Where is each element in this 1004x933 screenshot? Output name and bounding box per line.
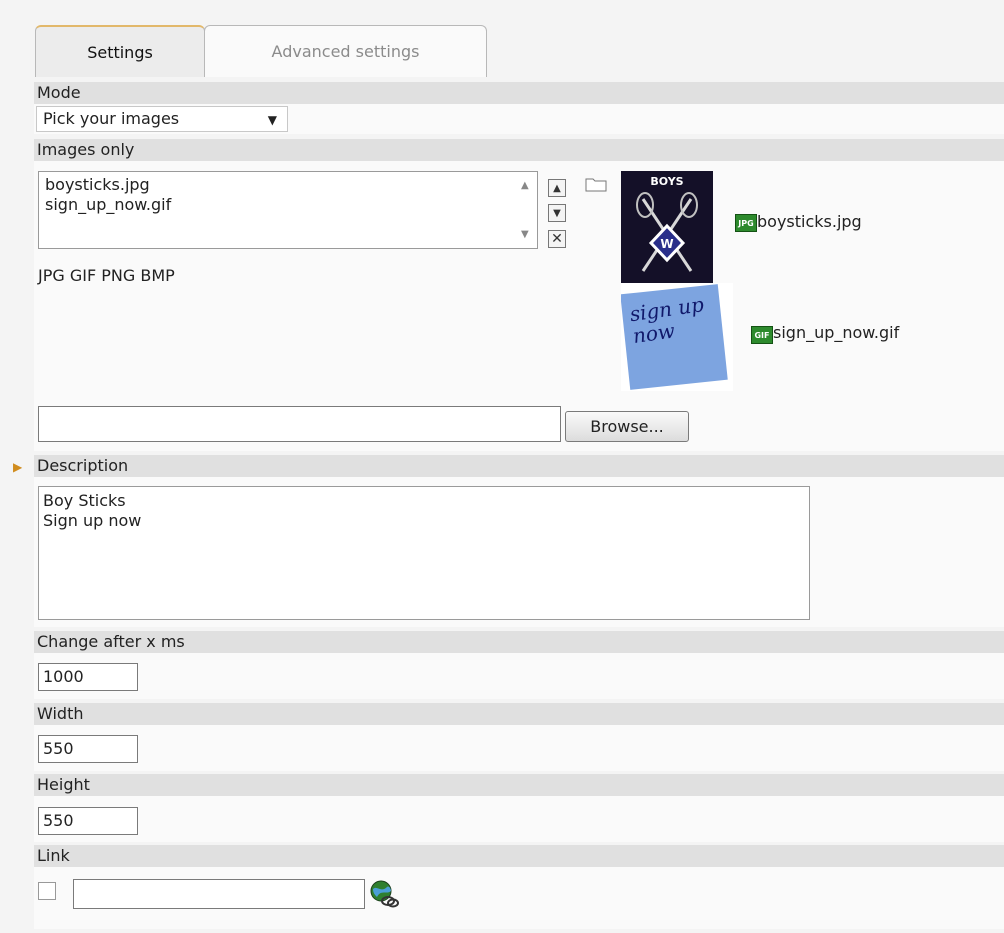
width-label: Width [34, 703, 1004, 725]
list-item[interactable]: sign_up_now.gif [45, 195, 531, 215]
link-new-window-checkbox[interactable] [38, 882, 56, 900]
thumbnail-boysticks: BOYS W [621, 171, 713, 283]
mode-label: Mode [34, 82, 1004, 104]
allowed-types: JPG GIF PNG BMP [38, 266, 175, 285]
tab-settings[interactable]: Settings [35, 25, 205, 77]
remove-button[interactable]: ✕ [548, 230, 566, 248]
caret-right-icon: ▶ [13, 460, 23, 474]
close-icon: ✕ [551, 231, 563, 247]
browse-button[interactable]: Browse... [565, 411, 689, 442]
gif-file-icon: GIF [751, 326, 773, 344]
move-up-button[interactable]: ▲ [548, 179, 566, 197]
jpg-file-icon: JPG [735, 214, 757, 232]
globe-link-icon[interactable] [369, 879, 399, 909]
height-input[interactable]: 550 [38, 807, 138, 835]
file-path-input[interactable] [38, 406, 561, 442]
height-label: Height [34, 774, 1004, 796]
list-scrollbar[interactable]: ▲ ▼ [517, 174, 535, 246]
link-input[interactable] [73, 879, 365, 909]
arrow-down-icon: ▼ [553, 207, 561, 219]
scroll-down-icon[interactable]: ▼ [521, 229, 529, 240]
preview-filename: sign_up_now.gif [773, 323, 900, 342]
scroll-up-icon[interactable]: ▲ [521, 180, 529, 191]
description-textarea[interactable]: Boy Sticks Sign up now [38, 486, 810, 620]
chevron-down-icon: ▼ [267, 113, 277, 127]
folder-icon[interactable] [585, 176, 607, 192]
images-label: Images only [34, 139, 1004, 161]
change-after-row [34, 653, 1004, 699]
thumbnail-sign-up-now: sign up now [621, 283, 733, 391]
change-after-label: Change after x ms [34, 631, 1004, 653]
preview-filename: boysticks.jpg [757, 212, 862, 231]
change-after-input[interactable]: 1000 [38, 663, 138, 691]
tab-advanced-settings[interactable]: Advanced settings [204, 25, 487, 77]
list-item[interactable]: boysticks.jpg [45, 175, 531, 195]
arrow-up-icon: ▲ [553, 182, 561, 194]
tab-advanced-settings-label: Advanced settings [271, 42, 420, 61]
mode-select-value: Pick your images [43, 109, 180, 128]
tab-settings-label: Settings [87, 42, 153, 62]
browse-button-label: Browse... [590, 417, 664, 436]
images-list[interactable]: boysticks.jpg sign_up_now.gif ▲ ▼ [38, 171, 538, 249]
description-label: Description [34, 455, 1004, 477]
width-input[interactable]: 550 [38, 735, 138, 763]
mode-select[interactable]: Pick your images ▼ [36, 106, 288, 132]
link-label: Link [34, 845, 1004, 867]
height-row [34, 796, 1004, 842]
move-down-button[interactable]: ▼ [548, 204, 566, 222]
width-row [34, 725, 1004, 771]
svg-text:W: W [660, 237, 673, 251]
